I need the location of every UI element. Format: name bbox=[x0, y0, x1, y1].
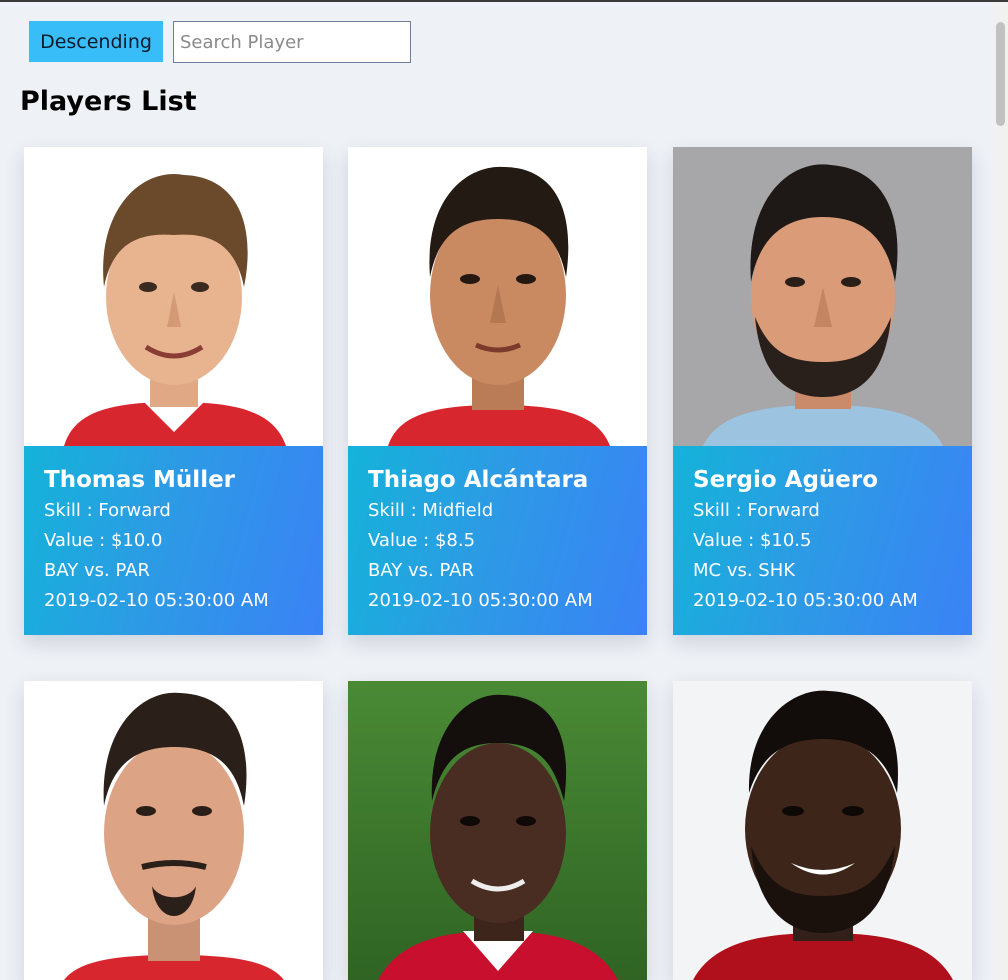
search-player-input[interactable] bbox=[173, 21, 411, 63]
player-card[interactable]: Sergio Agüero Skill : Forward Value : $1… bbox=[673, 147, 972, 635]
player-match: BAY vs. PAR bbox=[44, 560, 150, 581]
toolbar: Descending bbox=[29, 21, 411, 63]
player-name: Thomas Müller bbox=[44, 467, 236, 493]
player-photo bbox=[348, 147, 647, 446]
sort-order-button[interactable]: Descending bbox=[29, 21, 163, 62]
player-card[interactable] bbox=[24, 681, 323, 980]
player-value: Value : $10.5 bbox=[693, 530, 812, 551]
player-skill: Skill : Midfield bbox=[368, 500, 494, 521]
player-skill: Skill : Forward bbox=[693, 500, 820, 521]
player-card[interactable] bbox=[673, 681, 972, 980]
player-photo bbox=[348, 681, 647, 980]
player-name: Sergio Agüero bbox=[693, 467, 879, 493]
player-photo bbox=[24, 681, 323, 980]
player-date: 2019-02-10 05:30:00 AM bbox=[368, 590, 593, 611]
player-info: Thomas Müller Skill : Forward Value : $1… bbox=[24, 446, 323, 635]
player-photo-portrait bbox=[348, 681, 647, 980]
player-info: Sergio Agüero Skill : Forward Value : $1… bbox=[673, 446, 972, 635]
player-photo bbox=[673, 147, 972, 446]
player-card[interactable]: Thiago Alcántara Skill : Midfield Value … bbox=[348, 147, 647, 635]
player-date: 2019-02-10 05:30:00 AM bbox=[44, 590, 269, 611]
player-card[interactable]: Thomas Müller Skill : Forward Value : $1… bbox=[24, 147, 323, 635]
page-scrollbar[interactable] bbox=[993, 2, 1008, 980]
player-photo-portrait bbox=[24, 681, 323, 980]
scrollbar-thumb[interactable] bbox=[996, 22, 1005, 126]
player-photo-portrait bbox=[348, 147, 647, 446]
player-match: MC vs. SHK bbox=[693, 560, 796, 581]
player-photo-portrait bbox=[24, 147, 323, 446]
player-skill: Skill : Forward bbox=[44, 500, 171, 521]
player-photo-portrait bbox=[673, 147, 972, 446]
player-date: 2019-02-10 05:30:00 AM bbox=[693, 590, 918, 611]
player-value: Value : $8.5 bbox=[368, 530, 476, 551]
player-name: Thiago Alcántara bbox=[368, 467, 589, 493]
player-photo bbox=[24, 147, 323, 446]
player-photo bbox=[673, 681, 972, 980]
player-value: Value : $10.0 bbox=[44, 530, 163, 551]
player-card[interactable] bbox=[348, 681, 647, 980]
player-match: BAY vs. PAR bbox=[368, 560, 474, 581]
player-info: Thiago Alcántara Skill : Midfield Value … bbox=[348, 446, 647, 635]
player-photo-portrait bbox=[673, 681, 972, 980]
page-title: Players List bbox=[20, 86, 197, 117]
